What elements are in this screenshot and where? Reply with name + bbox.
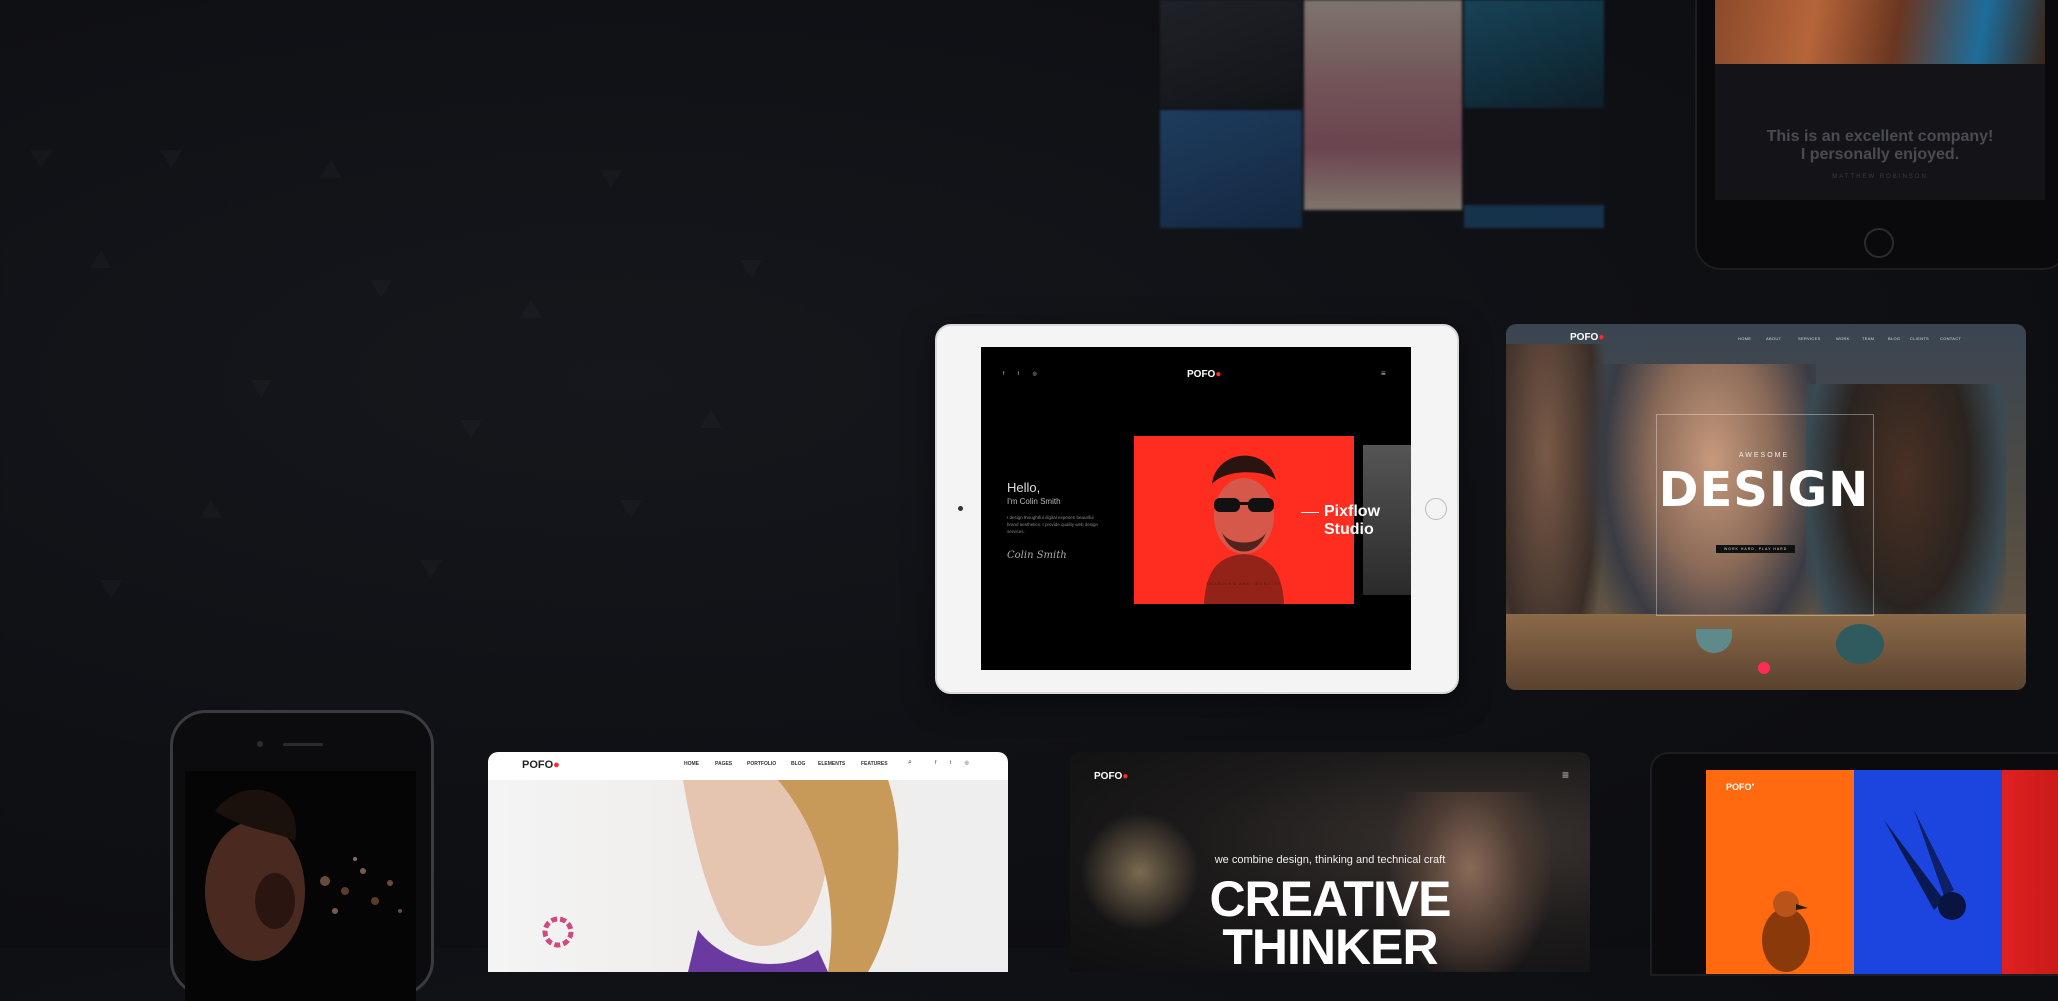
photo-tile [1304,0,1462,210]
nav-contact[interactable]: CONTACT [1940,336,1961,341]
design-hero-card: POFO● HOME ABOUT SERVICES WORK TEAM BLOG… [1506,324,2026,690]
logo-text: POFO [1726,782,1752,792]
red-panel [2002,770,2058,974]
site-logo[interactable]: POFO● [1726,782,1755,792]
name-line: I'm Colin Smith [1007,497,1061,506]
teapot [1836,624,1884,664]
logo-text: POFO [1570,332,1599,343]
nav-team[interactable]: TEAM [1862,336,1874,341]
logo-dot: ● [553,759,560,771]
woman-portrait-image [542,780,899,972]
logo-dot: ● [1751,782,1755,788]
social-icons: f t ◎ [1003,371,1043,377]
site-logo[interactable]: POFO● [522,759,560,771]
camera-dot [958,506,963,511]
hero-photo [488,780,1008,972]
nav-work[interactable]: WORK [1836,336,1850,341]
tablet-screen: This is an excellent company! I personal… [1715,0,2045,200]
greeting: Hello, [1007,480,1041,495]
hero-tagline: WORK HARD, PLAY HARD [1716,545,1796,553]
nav-blog[interactable]: BLOG [1888,336,1900,341]
logo-text: POFO [522,759,554,771]
hero-kicker: AWESOME [1738,452,1790,459]
nav-portfolio[interactable]: PORTFOLIO [747,761,776,767]
bird-image [1762,891,1810,972]
portrait-illustration [1204,455,1284,604]
quote-line-1: This is an excellent company! [1766,128,1994,145]
logo-text: POFO [1094,771,1123,782]
phone-screen [185,771,416,1001]
site-logo: POFO● [1187,369,1221,380]
site-logo[interactable]: POFO● [1570,332,1604,343]
photo-tile [1160,0,1302,108]
photo-tile [1464,0,1604,108]
hero-headline-2: THINKER [1222,919,1438,972]
logo-dot: ● [1598,332,1605,343]
nav-elements[interactable]: ELEMENTS [818,761,845,767]
ipad-screen: f t ◎ POFO● ≡ Hello, I'm Colin Smith I d… [981,347,1411,670]
nav-blog[interactable]: BLOG [791,761,805,767]
home-button [1864,228,1894,258]
studio-title-line-1: Pixflow [1324,503,1381,520]
shuttlecock-image [1884,810,1966,920]
site-logo[interactable]: POFO● [1094,771,1128,782]
nav-features[interactable]: FEATURES [861,761,888,767]
ipad-home-button [1425,498,1447,520]
photo-tile [1464,205,1604,228]
white-ipad-mockup: f t ◎ POFO● ≡ Hello, I'm Colin Smith I d… [935,324,1459,694]
photo-tile [1464,110,1604,205]
nav-services[interactable]: SERVICES [1798,336,1821,341]
nav-home[interactable]: HOME [684,761,699,767]
portfolio-caption: BRANDING AND IDENTITY [1206,582,1282,586]
scroll-down-button[interactable] [1758,662,1770,674]
phone-camera [257,741,263,747]
logo-dot: ● [1215,369,1222,380]
color-panels-device: POFO● [1650,752,2058,976]
orange-panel: POFO● [1706,770,1854,974]
hero-subline: we combine design, thinking and technica… [1214,854,1446,866]
hero-headline: DESIGN [1658,462,1870,518]
nav-pages[interactable]: PAGES [715,761,732,767]
title-divider [1301,512,1319,513]
studio-title: Pixflow Studio [1324,503,1380,539]
testimonial-quote: This is an excellent company! I personal… [1715,128,2045,164]
search-icon[interactable]: ⌕ [908,759,912,767]
portfolio-red-card[interactable]: BRANDING AND IDENTITY [1134,436,1354,604]
photo-tile [1160,110,1302,228]
hamburger-icon[interactable]: ≡ [1381,369,1386,378]
logo-text: POFO [1187,369,1216,380]
white-site-card: POFO● HOME PAGES PORTFOLIO BLOG ELEMENTS… [488,752,1008,972]
phone-mockup [170,710,434,1001]
bio-text: I design thoughtful digital experien bea… [1007,515,1099,534]
signature: Colin Smith [1007,550,1067,561]
athlete-photo [1715,0,2045,64]
studio-title-line-2: Studio [1324,521,1374,538]
quote-line-2: I personally enjoyed. [1800,146,1960,163]
blue-panel [1854,770,2002,974]
portrait-explosion-image [205,789,402,961]
dark-tablet-mockup: This is an excellent company! I personal… [1695,0,2058,270]
photo-grid-mockup [1160,0,1605,228]
nav-clients[interactable]: CLIENTS [1910,336,1929,341]
logo-dot: ● [1122,771,1129,782]
nav-home[interactable]: HOME [1738,336,1751,341]
nav-about[interactable]: ABOUT [1766,336,1781,341]
creative-thinker-card: POFO● ≡ we combine design, thinking and … [1070,752,1590,972]
hamburger-icon[interactable]: ≡ [1562,768,1569,782]
social-icons: f t ◎ [935,760,975,766]
quote-author: MATTHEW ROBINSON [1832,174,1928,180]
table-surface [1506,614,2026,690]
phone-speaker [283,743,323,746]
